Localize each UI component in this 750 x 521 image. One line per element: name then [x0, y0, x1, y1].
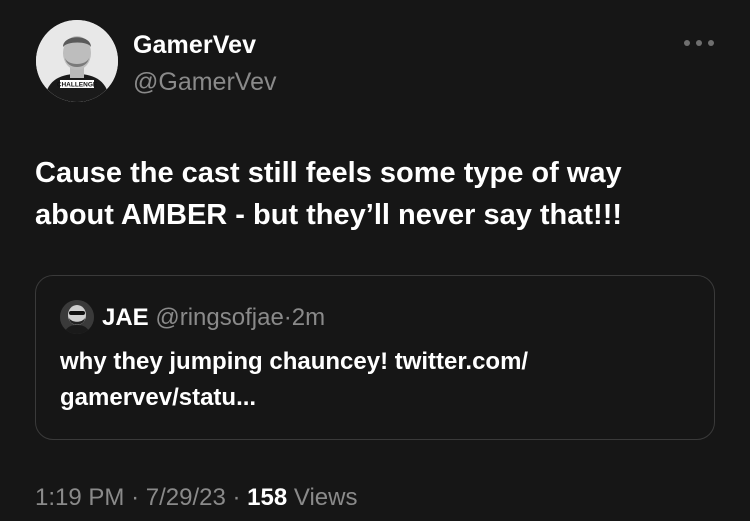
quoted-separator: ·	[283, 304, 292, 331]
more-horizontal-icon-dot	[708, 40, 714, 46]
author-avatar-image: CHALLENGE	[36, 20, 118, 102]
views-label[interactable]: Views	[294, 484, 358, 511]
quoted-text-line: gamervev/statu...	[60, 384, 257, 411]
quoted-author-avatar[interactable]	[60, 300, 94, 334]
quoted-tweet-header: JAE @ringsofjae·2m	[102, 304, 325, 332]
quoted-author-avatar-image	[60, 300, 94, 334]
quoted-text-line: why they jumping chauncey! twitter.com/	[60, 348, 529, 375]
tweet-footer: 1:19 PM · 7/29/23 · 158 Views	[35, 484, 357, 512]
tweet-text: Cause the cast still feels some type of …	[35, 152, 715, 236]
quoted-tweet-text: why they jumping chauncey! twitter.com/ …	[60, 344, 670, 416]
quoted-author-handle[interactable]: @ringsofjae	[155, 304, 283, 331]
more-horizontal-icon-dot	[696, 40, 702, 46]
quoted-author-name[interactable]: JAE	[102, 304, 149, 331]
author-avatar[interactable]: CHALLENGE	[36, 20, 118, 102]
more-options-button[interactable]	[684, 33, 714, 53]
views-count[interactable]: 158	[247, 484, 287, 511]
tweet-detail: CHALLENGE GamerVev @GamerVev Cause the c…	[0, 0, 750, 521]
author-name[interactable]: GamerVev	[133, 31, 256, 60]
footer-separator: ·	[232, 484, 241, 511]
quoted-timestamp[interactable]: 2m	[292, 304, 325, 331]
tweet-text-line: Cause the cast still feels some type of …	[35, 157, 622, 189]
footer-separator: ·	[131, 484, 140, 511]
quoted-tweet-card[interactable]: JAE @ringsofjae·2m why they jumping chau…	[35, 275, 715, 440]
tweet-time[interactable]: 1:19 PM	[35, 484, 124, 511]
author-handle[interactable]: @GamerVev	[133, 68, 276, 97]
tweet-text-line: about AMBER - but they’ll never say that…	[35, 199, 623, 231]
shirt-logo-text: CHALLENGE	[57, 82, 98, 89]
tweet-date[interactable]: 7/29/23	[146, 484, 226, 511]
more-horizontal-icon	[684, 40, 690, 46]
